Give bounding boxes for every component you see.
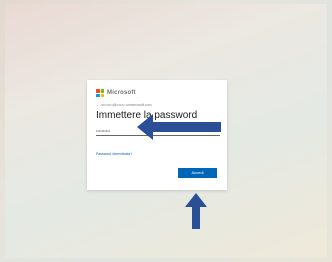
arrow-up-icon xyxy=(185,193,207,229)
back-account-link[interactable]: ← ••••••••••@•••••••.onmicrosoft.com xyxy=(96,103,221,107)
brand-name: Microsoft xyxy=(107,90,136,96)
microsoft-logo: Microsoft xyxy=(96,89,136,97)
screenshot-frame: Microsoft ← ••••••••••@•••••••.onmicroso… xyxy=(5,4,327,258)
arrow-left-icon xyxy=(137,114,221,140)
signin-button[interactable]: Accedi xyxy=(178,168,217,178)
forgot-password-link[interactable]: Password dimenticata? xyxy=(96,152,132,156)
microsoft-logo-icon xyxy=(96,89,104,97)
